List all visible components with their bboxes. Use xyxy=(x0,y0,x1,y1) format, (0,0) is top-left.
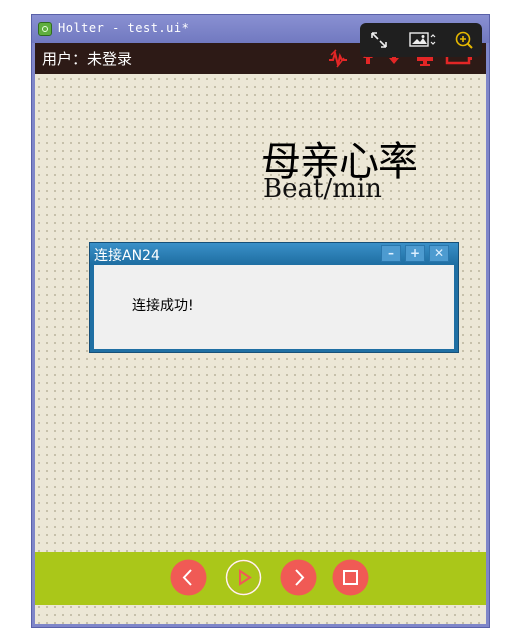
connection-status-message: 连接成功! xyxy=(132,298,194,314)
dialog-title: 连接AN24 xyxy=(94,248,160,264)
maximize-button[interactable]: + xyxy=(405,245,425,262)
minimize-button[interactable]: – xyxy=(381,245,401,262)
prev-icon xyxy=(170,559,207,596)
playback-control-bar xyxy=(35,552,486,605)
image-viewer-toolbar xyxy=(360,23,482,57)
zoom-in-icon[interactable] xyxy=(448,27,478,53)
fullscreen-icon[interactable] xyxy=(364,27,394,53)
stop-icon xyxy=(332,559,369,596)
next-icon xyxy=(280,559,317,596)
play-button[interactable] xyxy=(225,559,262,596)
stop-button[interactable] xyxy=(332,559,369,596)
dialog-titlebar[interactable]: 连接AN24 – + ✕ xyxy=(90,243,458,264)
close-button[interactable]: ✕ xyxy=(429,245,449,262)
designer-window: Holter - test.ui* 用户：未登录 母亲心率 Beat/min 连… xyxy=(31,14,490,628)
image-icon[interactable] xyxy=(404,27,436,53)
heartbeat-icon[interactable] xyxy=(327,47,349,73)
user-status-label: 用户：未登录 xyxy=(42,50,133,68)
prev-button[interactable] xyxy=(170,559,207,596)
dialog-body: 连接成功! xyxy=(94,265,454,349)
form-canvas: 用户：未登录 母亲心率 Beat/min 连接AN24 – + ✕ 连接成功! xyxy=(35,43,486,624)
connect-dialog: 连接AN24 – + ✕ 连接成功! xyxy=(89,242,459,353)
qt-designer-icon xyxy=(38,22,52,36)
next-button[interactable] xyxy=(280,559,317,596)
play-icon xyxy=(225,559,262,596)
heart-rate-unit: Beat/min xyxy=(263,174,382,204)
window-title: Holter - test.ui* xyxy=(58,21,190,35)
